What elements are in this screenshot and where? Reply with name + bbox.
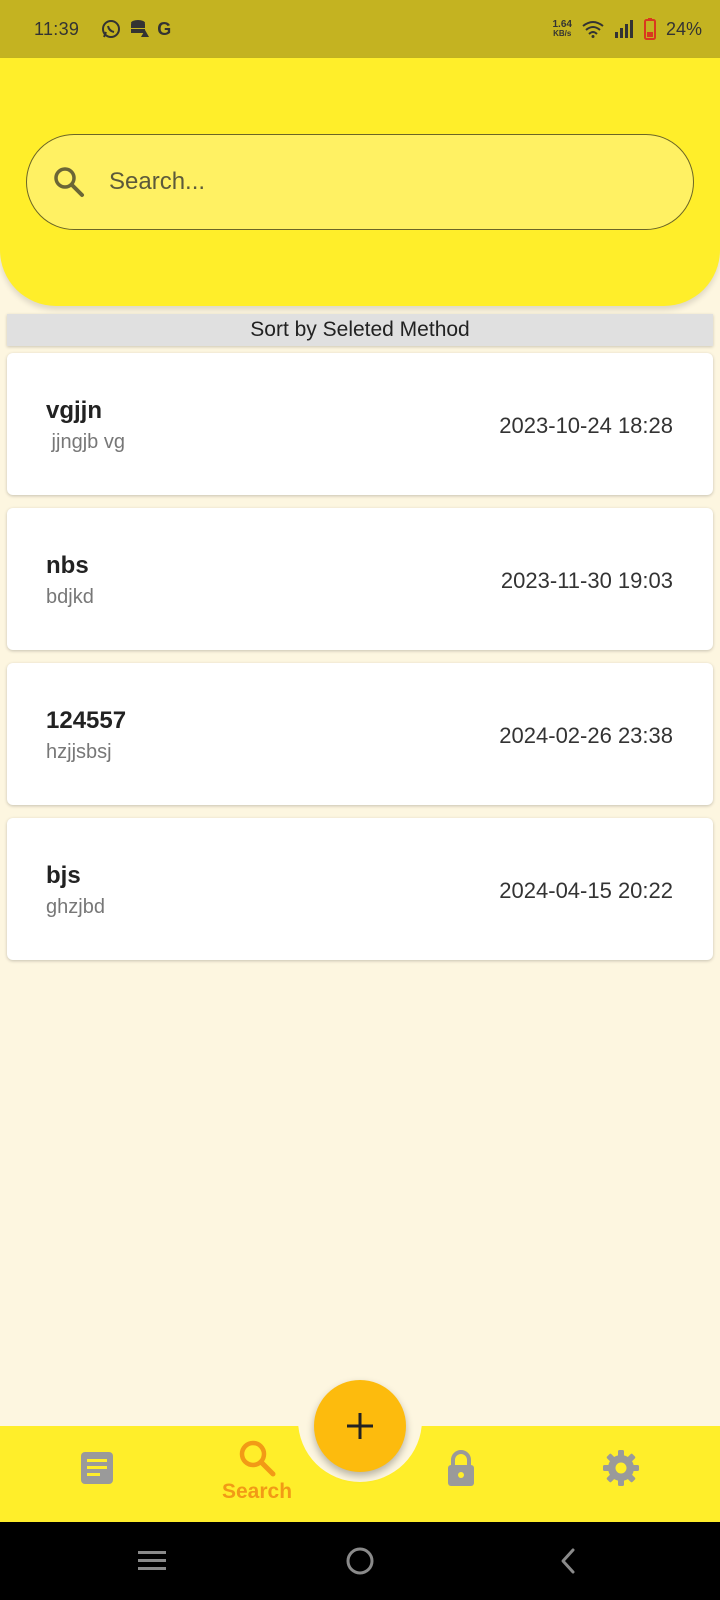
database-icon [131, 20, 150, 37]
battery-percent: 24% [665, 18, 702, 39]
note-title: bjs [46, 862, 81, 889]
signal-icon [614, 20, 633, 38]
note-title: vgjjn [46, 397, 103, 424]
note-title: nbs [46, 552, 89, 579]
note-card[interactable]: nbs bdjkd 2023-11-30 19:03 [7, 508, 713, 650]
back-icon[interactable] [556, 1544, 580, 1578]
system-navigation-bar [0, 1522, 720, 1600]
status-system-icons: 1.64 KB/s 24% [553, 18, 702, 40]
note-card[interactable]: 124557 hzjjsbsj 2024-02-26 23:38 [7, 663, 713, 805]
network-speed: 1.64 KB/s [553, 20, 572, 38]
google-icon: G [157, 18, 172, 39]
nav-label-search: Search [222, 1480, 293, 1503]
status-notification-icons: G [101, 19, 171, 40]
notes-icon [81, 1452, 113, 1484]
home-icon[interactable] [345, 1544, 375, 1578]
settings-icon [603, 1450, 639, 1486]
search-bar[interactable] [26, 134, 694, 230]
status-time: 11:39 [34, 18, 80, 39]
note-card[interactable]: vgjjn jjngjb vg 2023-10-24 18:28 [7, 353, 713, 495]
nav-item-notes[interactable] [77, 1448, 117, 1488]
search-icon [239, 1440, 276, 1477]
lock-icon [448, 1450, 474, 1486]
note-subtitle: jjngjb vg [46, 431, 125, 453]
nav-item-lock[interactable] [441, 1448, 481, 1488]
note-card[interactable]: bjs ghzjbd 2024-04-15 20:22 [7, 818, 713, 960]
search-input[interactable] [109, 168, 629, 196]
status-bar: 11:39 G 1.64 KB/s 24% [0, 0, 720, 58]
note-date: 2024-02-26 23:38 [499, 723, 673, 748]
network-speed-unit: KB/s [553, 29, 572, 38]
plus-icon [347, 1413, 373, 1439]
note-date: 2023-10-24 18:28 [499, 413, 673, 438]
note-subtitle: hzjjsbsj [46, 741, 112, 763]
note-subtitle: ghzjbd [46, 896, 105, 918]
note-title: 124557 [46, 707, 127, 734]
wifi-icon [582, 21, 604, 38]
search-icon [54, 167, 84, 197]
recent-apps-icon[interactable] [136, 1544, 168, 1578]
add-note-button[interactable] [314, 1380, 406, 1472]
note-date: 2024-04-15 20:22 [499, 878, 673, 903]
nav-item-search[interactable]: Search [222, 1438, 292, 1504]
header-panel [0, 58, 720, 306]
nav-item-settings[interactable] [601, 1448, 641, 1488]
note-subtitle: bdjkd [46, 586, 94, 608]
note-date: 2023-11-30 19:03 [500, 568, 673, 593]
sort-button[interactable]: Sort by Seleted Method [7, 314, 713, 346]
battery-icon [643, 18, 656, 40]
whatsapp-icon [102, 20, 121, 38]
